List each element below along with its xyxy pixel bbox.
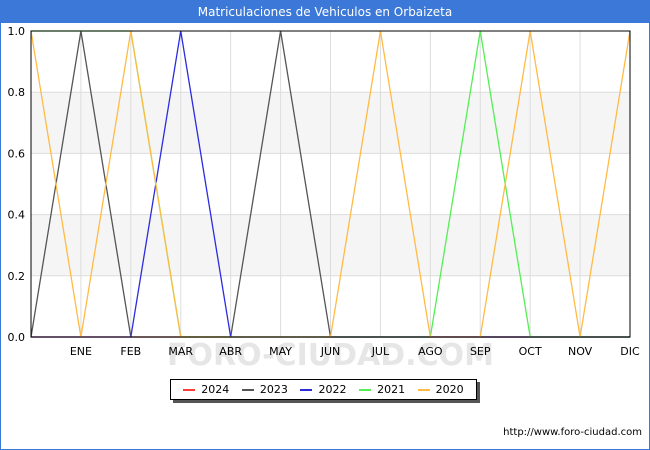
x-tick-label: OCT (519, 345, 542, 358)
x-tick-label: ABR (219, 345, 242, 358)
x-tick-label: NOV (568, 345, 593, 358)
legend-item-2024: 2024 (183, 383, 229, 396)
x-tick-label: AGO (418, 345, 443, 358)
source-url: http://www.foro-ciudad.com (503, 427, 642, 438)
x-tick-label: JUL (371, 345, 390, 358)
y-tick-label: 0.0 (8, 331, 26, 344)
legend-label: 2021 (377, 383, 406, 396)
legend-swatch (300, 388, 313, 391)
x-tick-label: JUN (320, 345, 341, 358)
x-tick-label: SEP (470, 345, 491, 358)
legend-item-2021: 2021 (359, 383, 405, 396)
x-tick-label: MAR (168, 345, 193, 358)
legend-label: 2024 (201, 383, 230, 396)
legend-swatch (359, 388, 372, 391)
x-tick-label: FEB (120, 345, 141, 358)
legend-label: 2020 (435, 383, 464, 396)
y-tick-label: 0.8 (8, 86, 26, 99)
legend-swatch (241, 388, 254, 391)
y-tick-label: 0.4 (8, 209, 26, 222)
legend-swatch (183, 388, 196, 391)
x-tick-label: DIC (620, 345, 640, 358)
y-tick-label: 0.6 (8, 147, 26, 160)
chart-legend: 2024 2023 2022 2021 2020 (170, 379, 477, 400)
legend-item-2022: 2022 (300, 383, 346, 396)
legend-item-2023: 2023 (241, 383, 288, 396)
x-tick-label: ENE (70, 345, 92, 358)
x-tick-label: MAY (269, 345, 292, 358)
legend-item-2020: 2020 (417, 383, 464, 396)
legend-label: 2022 (318, 383, 347, 396)
legend-swatch (417, 388, 430, 391)
y-tick-label: 1.0 (8, 25, 26, 38)
y-tick-label: 0.2 (8, 270, 26, 283)
legend-label: 2023 (259, 383, 288, 396)
